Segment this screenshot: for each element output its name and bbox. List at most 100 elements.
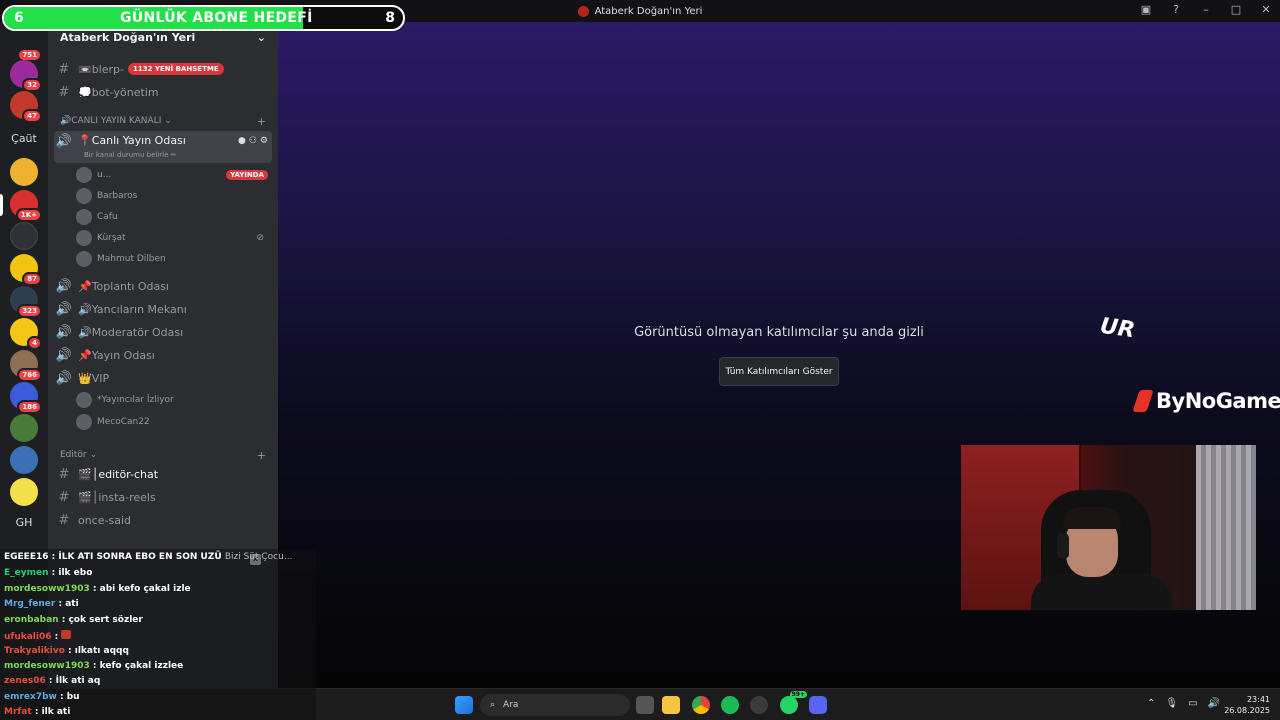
server-icon[interactable]: 32 (10, 60, 42, 92)
voice-user[interactable]: *Yayıncılar İzliyor (76, 391, 268, 409)
server-icon[interactable]: 4 (10, 318, 42, 350)
server-name: Ataberk Doğan'ın Yeri (60, 30, 196, 44)
chrome-icon[interactable] (692, 696, 710, 714)
voice-channel[interactable]: 🔊 🔊Moderatör Odası (54, 322, 272, 342)
inbox-icon[interactable]: ▣ (1138, 3, 1154, 16)
category-live[interactable]: 🔊CANLI YAYIN KANALI ⌄ (60, 116, 172, 126)
webcam-person-hair (1063, 507, 1121, 529)
chat-user: Mrfat (4, 707, 32, 717)
voice-channel-live-room[interactable]: 🔊 📍Canlı Yayın Odası Bir kanal durumu be… (54, 131, 272, 163)
server-icon[interactable]: 47 (10, 91, 42, 123)
voice-channel[interactable]: 🔊 📌Yayın Odası (54, 345, 272, 365)
help-icon[interactable]: ? (1168, 3, 1184, 16)
chat-message: emrex7bw : bu (4, 692, 80, 702)
chat-text: ilk ebo (58, 568, 93, 578)
server-text-icon[interactable]: GH (0, 516, 48, 529)
hash-icon: # (58, 466, 70, 482)
voice-channel[interactable]: 🔊 📌Toplantı Odası (54, 276, 272, 296)
avatar (76, 251, 92, 267)
channel-name: 🔊Yancıların Mekanı (78, 302, 187, 316)
server-icon[interactable] (10, 446, 38, 474)
chat-text: abi kefo çakal izle (99, 584, 191, 594)
avatar (76, 414, 92, 430)
gear-icon[interactable]: ⚙ (260, 136, 268, 146)
avatar (76, 209, 92, 225)
channel-bot-yonetim[interactable]: # 💭bot-yönetim (54, 82, 272, 102)
server-icon[interactable]: 766 (10, 350, 42, 382)
volume-icon[interactable]: 🔊 (1208, 698, 1220, 709)
server-icon[interactable]: 323 (10, 286, 42, 318)
chevron-up-icon[interactable]: ⌃ (1147, 698, 1155, 709)
server-icon[interactable]: 751 (10, 30, 42, 62)
file-explorer-icon[interactable] (662, 696, 680, 714)
channel-name: 📍Canlı Yayın Odası (78, 134, 186, 147)
server-icon[interactable]: 87 (10, 254, 42, 286)
server-badge: 87 (22, 272, 42, 286)
server-icon[interactable] (10, 158, 38, 186)
server-icon[interactable] (10, 414, 38, 442)
window-title: Ataberk Doğan'ın Yeri (577, 5, 703, 17)
category-editor[interactable]: Editör ⌄ (60, 450, 97, 460)
server-icon[interactable]: 186 (10, 382, 42, 414)
close-icon[interactable]: ✕ (1258, 3, 1274, 16)
server-icon[interactable]: 1K+ (10, 190, 42, 222)
whatsapp-icon[interactable]: 99+ (780, 691, 807, 714)
chat-user: Mrg_fener (4, 599, 56, 609)
server-icon[interactable] (10, 478, 38, 506)
avatar (76, 167, 92, 183)
channel-actions: ● ⚇ ⚙ (238, 136, 268, 146)
voice-user[interactable]: u... YAYINDA (76, 166, 268, 184)
window-title-text: Ataberk Doğan'ın Yeri (594, 5, 703, 17)
voice-user[interactable]: MecoCan22 (76, 413, 268, 431)
chat-message: E_eymen : ilk ebo (4, 568, 93, 578)
invite-icon[interactable]: ⚇ (249, 136, 257, 146)
add-channel-icon[interactable]: + (257, 449, 266, 462)
chat-icon[interactable]: ● (238, 136, 246, 146)
task-view-icon[interactable] (636, 696, 654, 714)
server-text-icon[interactable]: Çaüt (0, 132, 48, 145)
sponsor-mark-icon (1132, 390, 1154, 412)
server-icon[interactable] (10, 222, 38, 250)
steam-icon[interactable] (750, 696, 768, 714)
voice-user[interactable]: Mahmut Dilben (76, 250, 268, 268)
avatar (76, 392, 92, 408)
show-all-participants-button[interactable]: Tüm Katılımcıları Göster (719, 357, 839, 386)
monitor-icon[interactable]: ▭ (1188, 698, 1197, 709)
channel-editor-chat[interactable]: # 🎬│editör-chat (54, 464, 272, 484)
search-icon: ⌕ (490, 700, 496, 710)
spotify-icon[interactable] (721, 696, 739, 714)
server-badge: 186 (17, 400, 42, 414)
avatar (76, 230, 92, 246)
chat-message: Trakyalikivo : ılkatı aqqq (4, 646, 129, 656)
hash-icon: # (58, 61, 70, 77)
discord-icon[interactable] (809, 696, 827, 714)
channel-once-said[interactable]: # once-said (54, 510, 272, 530)
taskbar-search[interactable]: ⌕ Ara (480, 694, 630, 716)
chat-text: İlk ati aq (55, 676, 101, 686)
speaker-icon: 🔊 (55, 134, 73, 149)
voice-user-name: MecoCan22 (97, 417, 150, 427)
webcam-person-body (1031, 573, 1171, 610)
voice-user[interactable]: Kürşat ⊘ (76, 229, 268, 247)
minimize-icon[interactable]: – (1198, 3, 1214, 16)
start-icon[interactable] (455, 696, 473, 714)
channel-insta-reels[interactable]: # 🎬│insta-reels (54, 487, 272, 507)
channel-name: 🎬│editör-chat (78, 467, 159, 481)
hash-icon: # (58, 84, 70, 100)
voice-channel[interactable]: 🔊 🔊Yancıların Mekanı (54, 299, 272, 319)
overlay-text: UR (1098, 313, 1137, 344)
server-logo-icon (577, 5, 589, 17)
voice-user[interactable]: Cafu (76, 208, 268, 226)
voice-user-name: u... (97, 170, 112, 180)
channel-blerp[interactable]: # 📼blerp- 1132 YENİ BAHSETME (54, 59, 272, 79)
chat-user: mordesoww1903 (4, 661, 90, 671)
channel-status-hint[interactable]: Bir kanal durumu belirle ✏ (84, 151, 177, 159)
add-channel-icon[interactable]: + (257, 115, 266, 128)
voice-user-name: Kürşat (97, 233, 126, 243)
voice-user[interactable]: Barbaros (76, 187, 268, 205)
chat-text: ilk ati (41, 707, 71, 717)
maximize-icon[interactable]: □ (1228, 3, 1244, 16)
microphone-icon[interactable]: 🎙 (1165, 698, 1178, 709)
voice-channel-vip[interactable]: 🔊 👑VIP (54, 368, 272, 388)
taskbar-clock[interactable]: 23:41 26.08.2025 (1224, 694, 1270, 716)
